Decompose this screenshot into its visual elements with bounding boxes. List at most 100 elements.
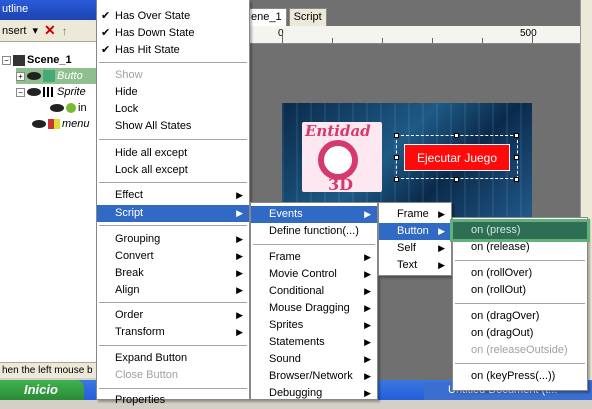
- collapse-icon[interactable]: −: [2, 55, 11, 65]
- submenu-arrow-icon: ▶: [236, 190, 243, 200]
- menu-item-on-dragout[interactable]: on (dragOut): [453, 325, 587, 342]
- menu-item-hide-all-except[interactable]: Hide all except: [97, 145, 249, 162]
- menu-separator: [99, 302, 247, 303]
- menu-item-has-over-state[interactable]: ✔ Has Over State: [97, 8, 249, 25]
- visibility-eye-icon[interactable]: [27, 88, 41, 96]
- submenu-arrow-icon: ▶: [364, 337, 371, 347]
- stage-play-button[interactable]: Ejecutar Juego: [404, 144, 510, 171]
- resize-handle[interactable]: [454, 133, 459, 138]
- menu-item-label: Sprites: [269, 319, 304, 331]
- menu-item-sprites[interactable]: Sprites ▶: [251, 317, 377, 334]
- ruler-tick: [482, 38, 483, 43]
- submenu-arrow-icon: ▶: [438, 209, 445, 219]
- menu-item-lock[interactable]: Lock: [97, 101, 249, 118]
- resize-handle[interactable]: [394, 133, 399, 138]
- menu-item-transform[interactable]: Transform ▶: [97, 324, 249, 341]
- resize-handle[interactable]: [514, 155, 519, 160]
- expand-icon[interactable]: +: [16, 71, 25, 81]
- tab-script[interactable]: Script: [288, 8, 327, 26]
- menu-item-break[interactable]: Break ▶: [97, 265, 249, 282]
- menu-item-on-keypress[interactable]: on (keyPress(...)): [453, 368, 587, 385]
- menu-item-browser-network[interactable]: Browser/Network ▶: [251, 368, 377, 385]
- menu-item-show-all-states[interactable]: Show All States: [97, 118, 249, 135]
- menu-item-on-release[interactable]: on (release): [453, 239, 587, 256]
- menu-item-order[interactable]: Order ▶: [97, 307, 249, 324]
- script-submenu: Events ▶ Define function(...) Frame ▶ Movi…: [250, 202, 378, 400]
- insert-dropdown-icon[interactable]: ▾: [32, 24, 38, 37]
- tree-row-image[interactable]: in: [50, 100, 87, 116]
- start-button[interactable]: Inicio: [0, 380, 84, 400]
- logo-3d-text: 3D: [328, 175, 354, 194]
- menu-item-script[interactable]: Script ▶: [97, 205, 249, 222]
- tree-row-button[interactable]: + Butto: [16, 68, 108, 84]
- menu-item-on-releaseoutside: on (releaseOutside): [471, 344, 568, 356]
- delete-icon[interactable]: ✕: [44, 22, 56, 39]
- menu-item-hide[interactable]: Hide: [97, 84, 249, 101]
- menu-item-align[interactable]: Align ▶: [97, 282, 249, 299]
- tree-label-scene: Scene_1: [27, 54, 72, 66]
- menu-item-mouse-dragging[interactable]: Mouse Dragging ▶: [251, 300, 377, 317]
- submenu-arrow-icon: ▶: [236, 251, 243, 261]
- menu-item-events[interactable]: Events ▶: [251, 206, 377, 223]
- menu-item-debugging[interactable]: Debugging ▶: [251, 385, 377, 402]
- menu-item-on-press[interactable]: on (press): [450, 219, 590, 242]
- menu-item-effect[interactable]: Effect ▶: [97, 187, 249, 204]
- menu-item-define-function[interactable]: Define function(...): [251, 223, 377, 240]
- menu-item-sound[interactable]: Sound ▶: [251, 351, 377, 368]
- editor-tabs: ene_1 Script: [246, 8, 329, 26]
- menu-item-button-event[interactable]: Button ▶: [379, 223, 451, 240]
- menu-item-label: Convert: [115, 250, 154, 262]
- resize-handle[interactable]: [394, 177, 399, 182]
- ruler-tick: [532, 33, 533, 43]
- menu-item-has-hit-state[interactable]: ✔ Has Hit State: [97, 42, 249, 59]
- resize-handle[interactable]: [514, 133, 519, 138]
- ruler-tick: [332, 38, 333, 43]
- menu-item-frame[interactable]: Frame ▶: [251, 249, 377, 266]
- menu-item-statements[interactable]: Statements ▶: [251, 334, 377, 351]
- menu-item-expand-button[interactable]: Expand Button: [97, 350, 249, 367]
- menu-item-label: Frame: [269, 251, 301, 263]
- resize-handle[interactable]: [394, 155, 399, 160]
- menu-item-frame-event[interactable]: Frame ▶: [379, 206, 451, 223]
- visibility-eye-icon[interactable]: [50, 104, 64, 112]
- menu-separator: [99, 388, 247, 389]
- collapse-icon[interactable]: −: [16, 87, 25, 97]
- submenu-arrow-icon: ▶: [236, 208, 243, 218]
- tree-label-sprite: Sprite: [57, 86, 86, 98]
- tree-row-scene[interactable]: − Scene_1: [2, 52, 72, 68]
- menu-item-on-rollover[interactable]: on (rollOver): [453, 265, 587, 282]
- menu-separator: [99, 345, 247, 346]
- menu-item-grouping[interactable]: Grouping ▶: [97, 231, 249, 248]
- insert-button[interactable]: nsert: [2, 25, 26, 37]
- menu-item-convert[interactable]: Convert ▶: [97, 248, 249, 265]
- resize-handle[interactable]: [454, 177, 459, 182]
- menu-item-label: Break: [115, 267, 144, 279]
- logo-text: Entidad: [305, 122, 371, 140]
- submenu-arrow-icon: ▶: [364, 269, 371, 279]
- tab-scene[interactable]: ene_1: [246, 8, 287, 26]
- menu-item-lock-all-except[interactable]: Lock all except: [97, 162, 249, 179]
- menu-item-on-dragover[interactable]: on (dragOver): [453, 308, 587, 325]
- menu-item-conditional[interactable]: Conditional ▶: [251, 283, 377, 300]
- tree-row-menu[interactable]: menu: [32, 116, 90, 132]
- submenu-arrow-icon: ▶: [364, 209, 371, 219]
- menu-item-close-button: Close Button: [115, 369, 178, 381]
- menu-item-text-event[interactable]: Text ▶: [379, 257, 451, 274]
- menu-item-has-down-state[interactable]: ✔ Has Down State: [97, 25, 249, 42]
- visibility-eye-icon[interactable]: [32, 120, 46, 128]
- submenu-arrow-icon: ▶: [364, 371, 371, 381]
- menu-item-label: Script: [115, 207, 144, 219]
- menu-item-label: Events: [269, 208, 303, 220]
- menu-item-on-rollout[interactable]: on (rollOut): [453, 282, 587, 299]
- submenu-arrow-icon: ▶: [438, 243, 445, 253]
- move-up-icon[interactable]: ↑: [62, 24, 68, 38]
- resize-handle[interactable]: [514, 177, 519, 182]
- menu-item-self-event[interactable]: Self ▶: [379, 240, 451, 257]
- menu-item-properties[interactable]: Properties: [97, 392, 249, 409]
- submenu-arrow-icon: ▶: [364, 303, 371, 313]
- tree-row-sprite[interactable]: − Sprite: [16, 84, 86, 100]
- visibility-eye-icon[interactable]: [27, 72, 41, 80]
- check-icon: ✔: [101, 10, 111, 22]
- button-icon: [43, 70, 55, 82]
- menu-item-movie-control[interactable]: Movie Control ▶: [251, 266, 377, 283]
